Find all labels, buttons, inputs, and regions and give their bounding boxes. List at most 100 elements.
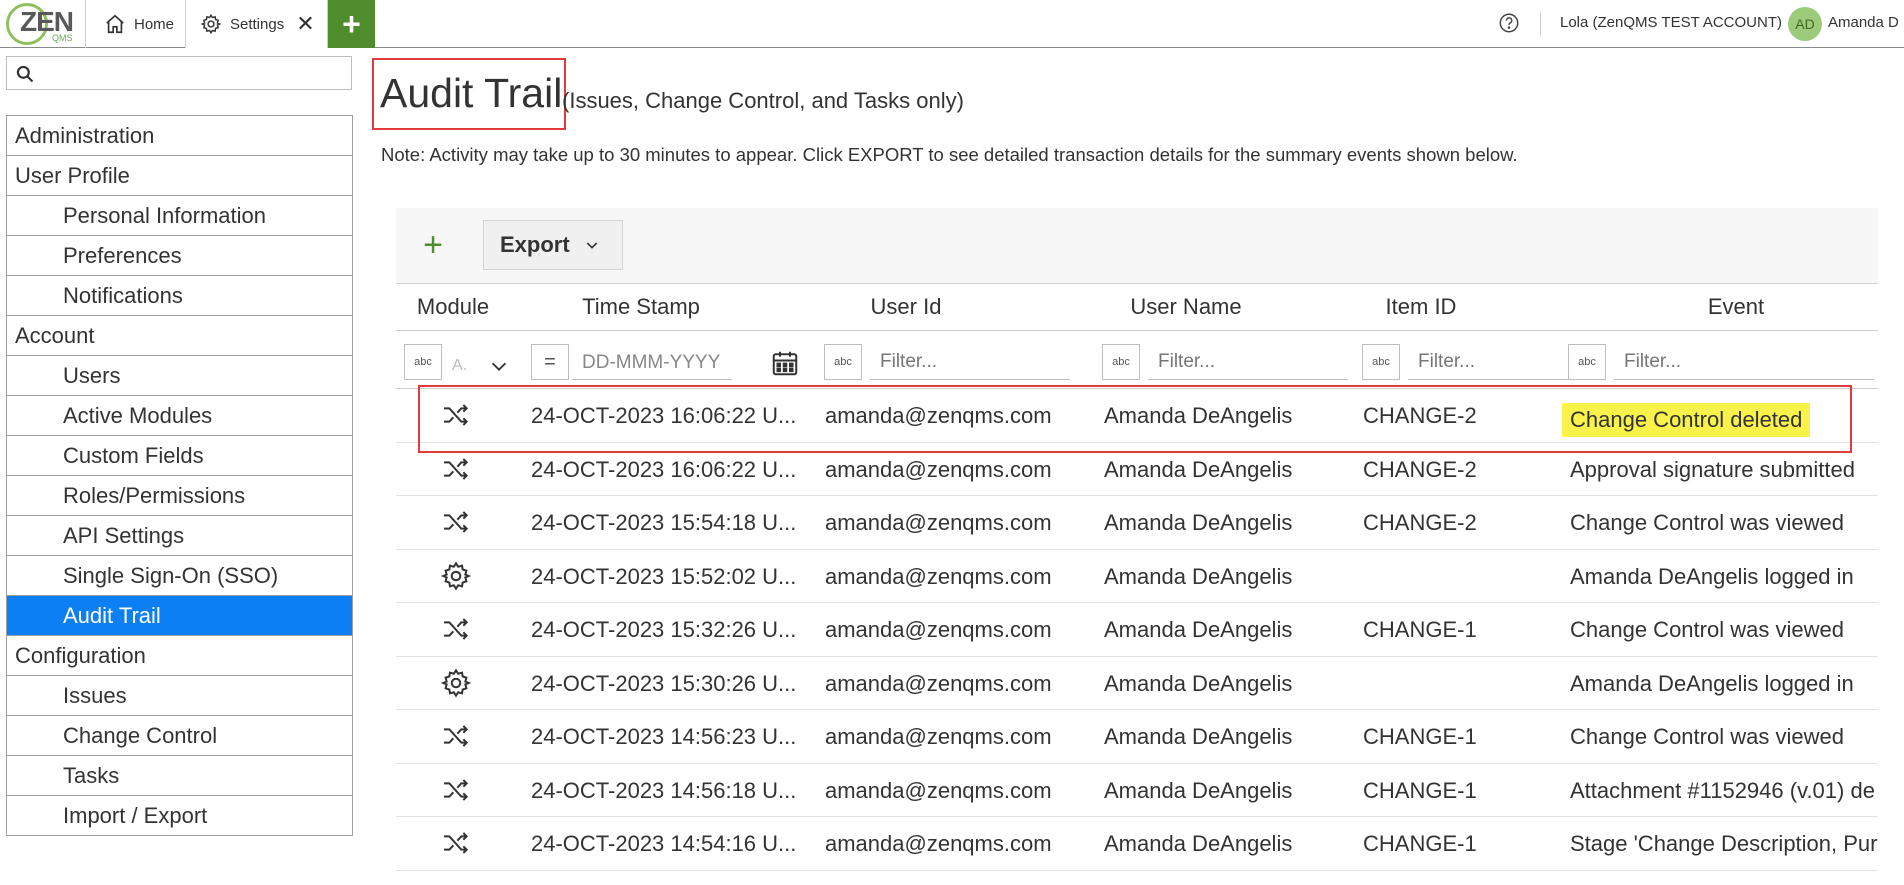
shuffle-icon [440, 506, 472, 544]
cell-timestamp: 24-OCT-2023 15:30:26 U... [531, 670, 797, 696]
cell-user-name: Amanda DeAngelis [1104, 456, 1293, 482]
table-row[interactable]: 24-OCT-2023 15:30:26 U... amanda@zenqms.c… [396, 656, 1878, 710]
module-filter-operator[interactable]: abc [404, 344, 442, 380]
table-row[interactable]: 24-OCT-2023 15:32:26 U... amanda@zenqms.c… [396, 603, 1878, 657]
cell-user-name: Amanda DeAngelis [1104, 403, 1293, 428]
table-row[interactable]: 24-OCT-2023 15:52:02 U... amanda@zenqms.c… [396, 549, 1878, 603]
note-text: Note: Activity may take up to 30 minutes… [381, 144, 1518, 165]
cell-timestamp: 24-OCT-2023 15:52:02 U... [531, 563, 797, 589]
event-filter-input[interactable] [1614, 344, 1874, 380]
cell-user-id: amanda@zenqms.com [825, 563, 1052, 589]
add-tab-button[interactable]: + [328, 0, 375, 48]
cell-timestamp: 24-OCT-2023 15:32:26 U... [531, 617, 797, 642]
col-user-name[interactable]: User Name [1096, 294, 1276, 320]
sidebar-item-label: Preferences [63, 242, 182, 268]
sidebar-item-change-control[interactable]: Change Control [7, 716, 352, 756]
table-row[interactable]: 24-OCT-2023 16:06:22 U... amanda@zenqms.c… [396, 442, 1878, 496]
sidebar-item-api-settings[interactable]: API Settings [7, 516, 352, 556]
date-filter-operator[interactable]: = [531, 344, 569, 380]
cell-event: Stage 'Change Description, Purp [1570, 831, 1878, 856]
search-icon [16, 65, 34, 83]
cell-item-id: CHANGE-2 [1363, 403, 1477, 428]
logo[interactable]: ZEN QMS [0, 0, 86, 48]
search-input[interactable] [41, 61, 341, 85]
cell-item-id: CHANGE-1 [1363, 777, 1477, 803]
sidebar-item-user-profile[interactable]: User Profile [7, 156, 352, 196]
cell-event: Change Control deleted [1562, 403, 1811, 437]
sidebar-nav: Administration User Profile Personal Infor… [6, 115, 353, 836]
sidebar-item-label: Personal Information [63, 202, 266, 228]
sidebar-item-notifications[interactable]: Notifications [7, 276, 352, 316]
sidebar-item-administration[interactable]: Administration [7, 116, 352, 156]
sidebar-item-active-modules[interactable]: Active Modules [7, 396, 352, 436]
itemid-filter-operator[interactable]: abc [1362, 344, 1400, 380]
sidebar-item-label: Administration [15, 122, 155, 148]
cell-user-id: amanda@zenqms.com [825, 403, 1052, 428]
cell-user-name: Amanda DeAngelis [1104, 510, 1293, 535]
sidebar-item-import-export[interactable]: Import / Export [7, 796, 352, 836]
sidebar-item-issues[interactable]: Issues [7, 676, 352, 716]
col-user-id[interactable]: User Id [826, 294, 986, 320]
table-row[interactable]: 24-OCT-2023 15:54:18 U... amanda@zenqms.c… [396, 496, 1878, 550]
page-subtitle: (Issues, Change Control, and Tasks only) [562, 88, 964, 113]
col-module[interactable]: Module [408, 294, 498, 320]
grid-rows: 24-OCT-2023 16:06:22 U... amanda@zenqms.c… [396, 389, 1878, 871]
shuffle-icon [440, 774, 472, 812]
shuffle-icon [440, 453, 472, 491]
module-filter-value[interactable]: A. [452, 357, 467, 375]
cell-item-id: CHANGE-1 [1363, 724, 1477, 749]
tab-home[interactable]: Home [86, 0, 186, 48]
cell-item-id: CHANGE-2 [1363, 456, 1477, 482]
cell-user-id: amanda@zenqms.com [825, 617, 1052, 642]
col-event[interactable]: Event [1646, 294, 1826, 320]
cell-user-id: amanda@zenqms.com [825, 670, 1052, 696]
cell-user-name: Amanda DeAngelis [1104, 831, 1293, 856]
col-timestamp[interactable]: Time Stamp [546, 294, 736, 320]
col-item-id[interactable]: Item ID [1356, 294, 1486, 320]
help-icon[interactable] [1498, 12, 1520, 34]
sidebar-item-label: API Settings [63, 522, 185, 548]
sidebar-item-custom-fields[interactable]: Custom Fields [7, 436, 352, 476]
username-filter-operator[interactable]: abc [1102, 344, 1140, 380]
userid-filter-input[interactable] [870, 344, 1070, 380]
event-filter-operator[interactable]: abc [1568, 344, 1606, 380]
sidebar-item-roles-permissions[interactable]: Roles/Permissions [7, 476, 352, 516]
sidebar-item-audit-trail[interactable]: Audit Trail [7, 596, 352, 636]
divider [1540, 12, 1541, 36]
tab-settings[interactable]: Settings ✕ [186, 0, 328, 48]
top-bar: ZEN QMS Home Settings ✕ + Lola (ZenQMS T… [0, 0, 1904, 48]
table-row[interactable]: 24-OCT-2023 16:06:22 U... amanda@zenqms.c… [396, 389, 1878, 443]
export-button[interactable]: Export [483, 220, 623, 270]
sidebar-item-label: Audit Trail [63, 602, 161, 628]
sidebar-item-tasks[interactable]: Tasks [7, 756, 352, 796]
table-row[interactable]: 24-OCT-2023 14:56:23 U... amanda@zenqms.c… [396, 710, 1878, 764]
sidebar-item-label: Roles/Permissions [63, 482, 246, 508]
table-row[interactable]: 24-OCT-2023 14:54:16 U... amanda@zenqms.c… [396, 817, 1878, 871]
sidebar-item-personal-information[interactable]: Personal Information [7, 196, 352, 236]
user-name[interactable]: Amanda D [1828, 14, 1899, 31]
sidebar-item-single-sign-on-sso[interactable]: Single Sign-On (SSO) [7, 556, 352, 596]
sidebar-item-label: Tasks [63, 762, 120, 788]
username-filter-input[interactable] [1148, 344, 1348, 380]
cell-user-id: amanda@zenqms.com [825, 777, 1052, 803]
cell-event: Approval signature submitted [1570, 456, 1855, 482]
shuffle-icon [440, 720, 472, 758]
account-name[interactable]: Lola (ZenQMS TEST ACCOUNT) [1560, 14, 1782, 31]
sidebar-item-configuration[interactable]: Configuration [7, 636, 352, 676]
sidebar-item-preferences[interactable]: Preferences [7, 236, 352, 276]
userid-filter-operator[interactable]: abc [824, 344, 862, 380]
gear-icon [440, 560, 472, 598]
sidebar-item-users[interactable]: Users [7, 356, 352, 396]
calendar-icon[interactable] [770, 348, 800, 378]
chevron-down-icon[interactable] [488, 355, 510, 377]
close-icon[interactable]: ✕ [296, 13, 314, 35]
add-button[interactable]: + [418, 226, 448, 264]
date-filter-input[interactable]: DD-MMM-YYYY [572, 344, 732, 380]
table-row[interactable]: 24-OCT-2023 14:56:18 U... amanda@zenqms.c… [396, 763, 1878, 817]
sidebar-item-account[interactable]: Account [7, 316, 352, 356]
cell-event: Amanda DeAngelis logged in [1570, 563, 1854, 589]
avatar[interactable]: AD [1788, 7, 1822, 41]
sidebar-search[interactable] [6, 56, 352, 90]
cell-event: Amanda DeAngelis logged in [1570, 670, 1854, 696]
audit-grid: Module Time Stamp User Id User Name Item… [396, 283, 1878, 885]
